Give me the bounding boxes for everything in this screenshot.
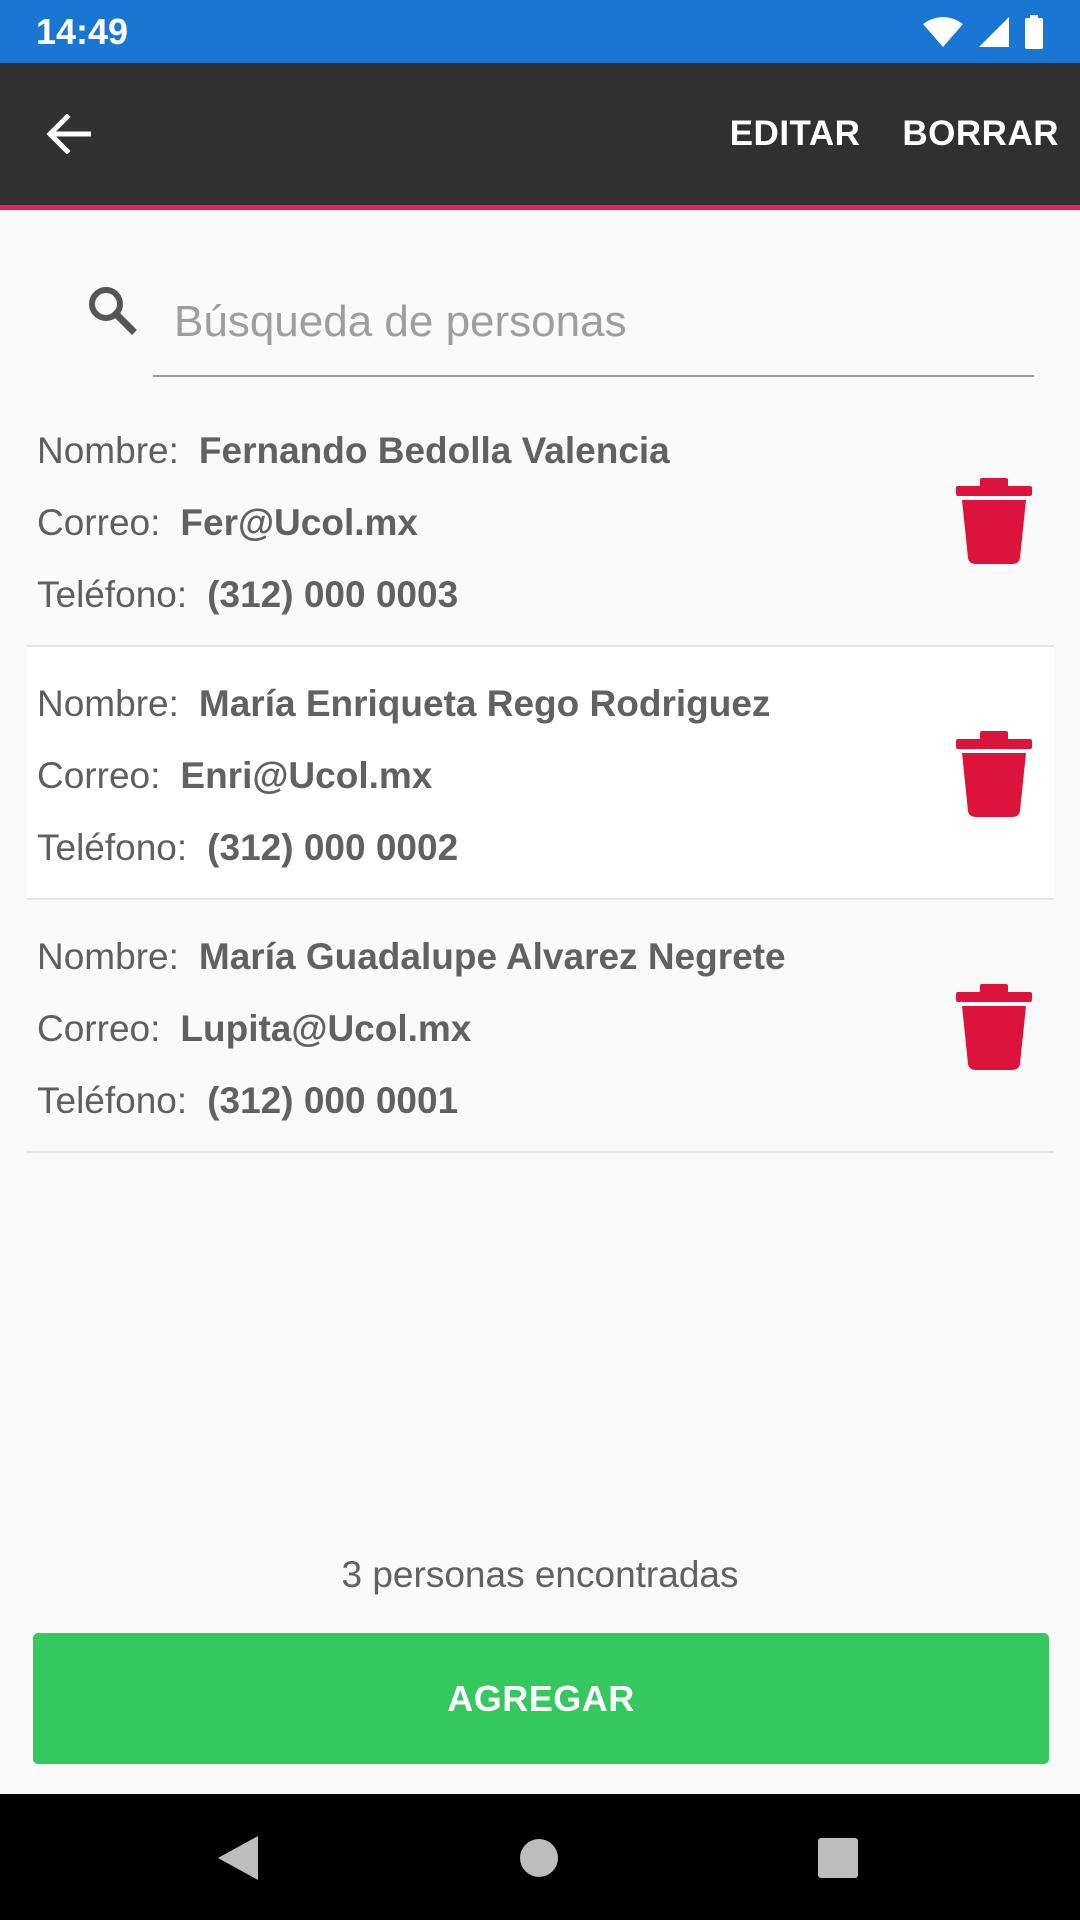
phone-field: Teléfono: (312) 000 0001 <box>37 1080 458 1122</box>
nav-back-button[interactable] <box>208 1828 268 1888</box>
arrow-back-icon <box>46 114 91 154</box>
email-label: Correo: <box>37 755 161 796</box>
trash-icon[interactable] <box>954 731 1034 817</box>
search-icon <box>89 287 137 335</box>
phone-label: Teléfono: <box>37 827 188 868</box>
email-label: Correo: <box>37 502 161 543</box>
name-value: Fernando Bedolla Valencia <box>198 430 670 471</box>
email-field: Correo: Fer@Ucol.mx <box>37 502 418 544</box>
trash-icon[interactable] <box>954 984 1034 1070</box>
signal-icon <box>979 16 1009 47</box>
email-field: Correo: Lupita@Ucol.mx <box>37 1008 471 1050</box>
battery-icon <box>1025 14 1043 49</box>
nav-home-button[interactable] <box>509 1828 569 1888</box>
name-field: Nombre: María Guadalupe Alvarez Negrete <box>37 936 786 978</box>
delete-all-button[interactable]: BORRAR <box>902 114 1059 154</box>
status-icons <box>922 14 1044 49</box>
name-label: Nombre: <box>37 683 179 724</box>
status-bar: 14:49 <box>0 0 1080 63</box>
phone-label: Teléfono: <box>37 1080 188 1121</box>
phone-value: (312) 000 0002 <box>207 827 459 868</box>
nav-recents-button[interactable] <box>808 1828 868 1888</box>
name-value: María Guadalupe Alvarez Negrete <box>198 936 786 977</box>
nav-home-icon <box>520 1839 558 1877</box>
phone-value: (312) 000 0003 <box>207 574 459 615</box>
navigation-bar <box>0 1794 1080 1920</box>
status-time: 14:49 <box>36 10 129 52</box>
wifi-icon <box>923 16 963 47</box>
toolbar-accent-line <box>0 205 1080 210</box>
name-label: Nombre: <box>37 430 179 471</box>
nav-recents-icon <box>818 1838 858 1878</box>
email-value: Fer@Ucol.mx <box>180 502 418 543</box>
name-label: Nombre: <box>37 936 179 977</box>
back-button[interactable] <box>40 106 96 162</box>
name-value: María Enriqueta Rego Rodriguez <box>198 683 771 724</box>
list-item[interactable]: Nombre: María Guadalupe Alvarez Negrete C… <box>27 900 1054 1153</box>
list-item[interactable]: Nombre: Fernando Bedolla Valencia Correo:… <box>27 394 1054 647</box>
email-value: Enri@Ucol.mx <box>180 755 433 796</box>
name-field: Nombre: María Enriqueta Rego Rodriguez <box>37 683 770 725</box>
email-field: Correo: Enri@Ucol.mx <box>37 755 432 797</box>
email-label: Correo: <box>37 1008 161 1049</box>
trash-icon[interactable] <box>954 478 1034 564</box>
toolbar: EDITAR BORRAR <box>0 63 1080 205</box>
add-button[interactable]: AGREGAR <box>33 1633 1049 1764</box>
list-item[interactable]: Nombre: María Enriqueta Rego Rodriguez Co… <box>27 647 1054 900</box>
name-field: Nombre: Fernando Bedolla Valencia <box>37 430 670 472</box>
email-value: Lupita@Ucol.mx <box>180 1008 472 1049</box>
phone-value: (312) 000 0001 <box>207 1080 459 1121</box>
results-count: 3 personas encontradas <box>341 1554 739 1595</box>
nav-back-icon <box>218 1836 258 1880</box>
phone-field: Teléfono: (312) 000 0002 <box>37 827 458 869</box>
search-bar <box>80 270 1034 378</box>
phone-label: Teléfono: <box>37 574 188 615</box>
edit-button[interactable]: EDITAR <box>730 114 861 154</box>
search-input[interactable] <box>152 270 1034 374</box>
toolbar-actions: EDITAR BORRAR <box>730 114 1059 154</box>
phone-field: Teléfono: (312) 000 0003 <box>37 574 458 616</box>
people-list: Nombre: Fernando Bedolla Valencia Correo:… <box>27 394 1054 1153</box>
search-underline <box>153 375 1034 377</box>
